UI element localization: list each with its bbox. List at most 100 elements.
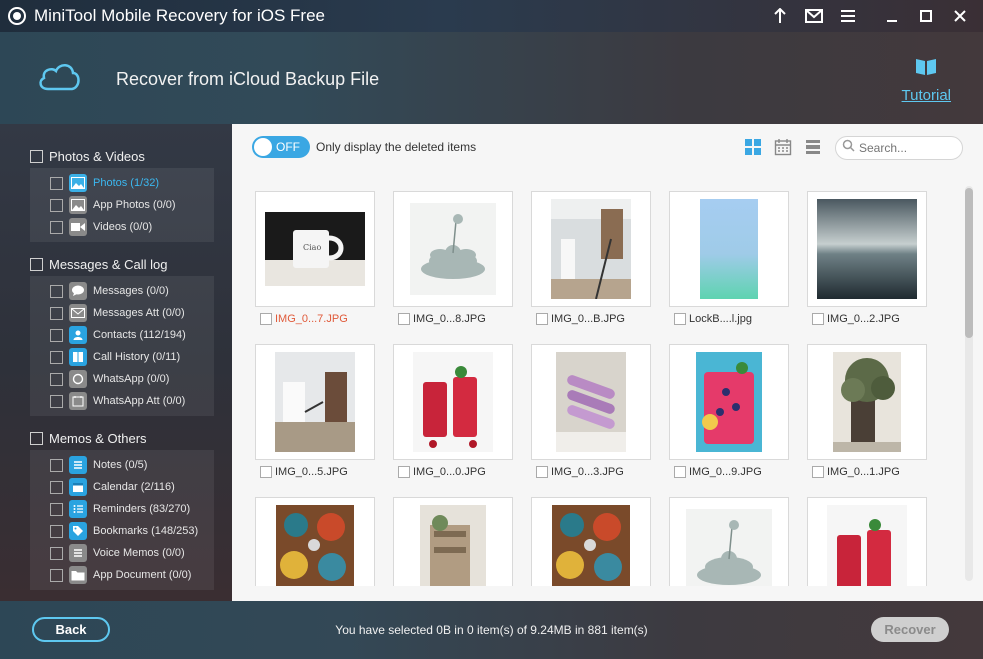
sidebar-item-call-history[interactable]: Call History (0/11) <box>30 346 214 368</box>
photo-checkbox[interactable] <box>260 466 272 478</box>
photo-checkbox[interactable] <box>674 313 686 325</box>
tutorial-link[interactable]: Tutorial <box>902 56 951 104</box>
photo-checkbox[interactable] <box>812 313 824 325</box>
item-checkbox[interactable] <box>50 458 63 472</box>
toolbar: OFF Only display the deleted items <box>232 124 983 170</box>
mail-icon[interactable] <box>797 0 831 32</box>
sidebar-item-notes[interactable]: Notes (0/5) <box>30 454 214 476</box>
photo-checkbox[interactable] <box>260 313 272 325</box>
photo-tile <box>393 497 513 586</box>
photo-checkbox[interactable] <box>398 313 410 325</box>
sidebar-item-contacts[interactable]: Contacts (112/194) <box>30 324 214 346</box>
photo-checkbox[interactable] <box>536 466 548 478</box>
photo-caption: LockB....l.jpg <box>669 309 789 329</box>
item-checkbox[interactable] <box>50 568 63 582</box>
group-items: Messages (0/0) Messages Att (0/0) Contac… <box>30 276 214 416</box>
sidebar-item-whatsapp-att[interactable]: WhatsApp Att (0/0) <box>30 390 214 412</box>
sidebar-item-photos[interactable]: Photos (1/32) <box>30 172 214 194</box>
photo-tile <box>669 497 789 586</box>
item-checkbox[interactable] <box>50 284 63 298</box>
photo-thumbnail[interactable] <box>669 191 789 307</box>
search-input[interactable] <box>859 141 959 155</box>
sidebar-item-bookmarks[interactable]: Bookmarks (148/253) <box>30 520 214 542</box>
photo-thumbnail[interactable] <box>807 191 927 307</box>
photo-tile: IMG_0...B.JPG <box>531 191 651 329</box>
sidebar-item-reminders[interactable]: Reminders (83/270) <box>30 498 214 520</box>
photo-tile: IMG_0...5.JPG <box>255 344 375 482</box>
photo-tile: IMG_0...0.JPG <box>393 344 513 482</box>
photo-filename: LockB....l.jpg <box>689 313 752 325</box>
list-view-icon[interactable] <box>804 138 822 156</box>
vertical-scrollbar[interactable] <box>965 186 973 581</box>
maximize-icon[interactable] <box>909 0 943 32</box>
photo-thumbnail[interactable] <box>669 497 789 586</box>
photo-checkbox[interactable] <box>812 466 824 478</box>
footer-bar: Back You have selected 0B in 0 item(s) o… <box>0 601 983 659</box>
photo-thumbnail[interactable] <box>531 497 651 586</box>
item-checkbox[interactable] <box>50 372 63 386</box>
group-checkbox[interactable] <box>30 431 43 445</box>
reminders-icon <box>69 500 87 518</box>
sidebar-item-calendar[interactable]: Calendar (2/116) <box>30 476 214 498</box>
photo-thumbnail[interactable] <box>393 344 513 460</box>
photo-thumbnail[interactable] <box>393 497 513 586</box>
bookmarks-icon <box>69 522 87 540</box>
photo-tile <box>531 497 651 586</box>
item-checkbox[interactable] <box>50 220 63 234</box>
group-header[interactable]: Messages & Call log <box>30 254 214 274</box>
search-box[interactable] <box>835 136 963 160</box>
recover-button[interactable]: Recover <box>871 617 949 642</box>
close-icon[interactable] <box>943 0 977 32</box>
grid-view-icon[interactable] <box>744 138 762 156</box>
sidebar-item-voice-memos[interactable]: Voice Memos (0/0) <box>30 542 214 564</box>
group-checkbox[interactable] <box>30 257 43 271</box>
photo-thumbnail[interactable] <box>807 344 927 460</box>
photo-thumbnail[interactable] <box>669 344 789 460</box>
sidebar-item-videos[interactable]: Videos (0/0) <box>30 216 214 238</box>
item-checkbox[interactable] <box>50 394 63 408</box>
minimize-icon[interactable] <box>875 0 909 32</box>
photo-checkbox[interactable] <box>398 466 410 478</box>
item-label: Photos (1/32) <box>93 177 160 189</box>
group-header[interactable]: Memos & Others <box>30 428 214 448</box>
photo-thumbnail[interactable]: Ciao <box>255 191 375 307</box>
photo-thumbnail[interactable] <box>531 344 651 460</box>
photo-caption: IMG_0...9.JPG <box>669 462 789 482</box>
photo-thumbnail[interactable] <box>255 497 375 586</box>
item-checkbox[interactable] <box>50 176 63 190</box>
item-checkbox[interactable] <box>50 480 63 494</box>
group-checkbox[interactable] <box>30 149 43 163</box>
item-checkbox[interactable] <box>50 546 63 560</box>
svg-text:Ciao: Ciao <box>303 243 321 252</box>
group-header[interactable]: Photos & Videos <box>30 146 214 166</box>
deleted-only-toggle[interactable]: OFF <box>252 136 310 158</box>
scrollbar-thumb[interactable] <box>965 188 973 338</box>
photo-thumbnail[interactable] <box>807 497 927 586</box>
sidebar-item-app-document[interactable]: App Document (0/0) <box>30 564 214 586</box>
messages-attachment-icon <box>69 304 87 322</box>
photo-thumbnail[interactable] <box>393 191 513 307</box>
upload-icon[interactable] <box>763 0 797 32</box>
sidebar-item-whatsapp[interactable]: WhatsApp (0/0) <box>30 368 214 390</box>
photo-checkbox[interactable] <box>674 466 686 478</box>
item-checkbox[interactable] <box>50 198 63 212</box>
item-label: Videos (0/0) <box>93 221 153 233</box>
photo-thumbnail[interactable] <box>255 344 375 460</box>
item-checkbox[interactable] <box>50 306 63 320</box>
item-checkbox[interactable] <box>50 502 63 516</box>
photo-checkbox[interactable] <box>536 313 548 325</box>
photo-caption: IMG_0...5.JPG <box>255 462 375 482</box>
sidebar-item-messages-att[interactable]: Messages Att (0/0) <box>30 302 214 324</box>
menu-icon[interactable] <box>831 0 865 32</box>
notes-icon <box>69 456 87 474</box>
calendar-view-icon[interactable] <box>774 138 792 156</box>
item-checkbox[interactable] <box>50 328 63 342</box>
item-checkbox[interactable] <box>50 524 63 538</box>
sidebar-item-messages[interactable]: Messages (0/0) <box>30 280 214 302</box>
item-checkbox[interactable] <box>50 350 63 364</box>
page-title: Recover from iCloud Backup File <box>116 69 380 89</box>
item-label: Call History (0/11) <box>93 351 181 363</box>
sidebar-item-app-photos[interactable]: App Photos (0/0) <box>30 194 214 216</box>
photo-filename: IMG_0...7.JPG <box>275 313 348 325</box>
photo-thumbnail[interactable] <box>531 191 651 307</box>
